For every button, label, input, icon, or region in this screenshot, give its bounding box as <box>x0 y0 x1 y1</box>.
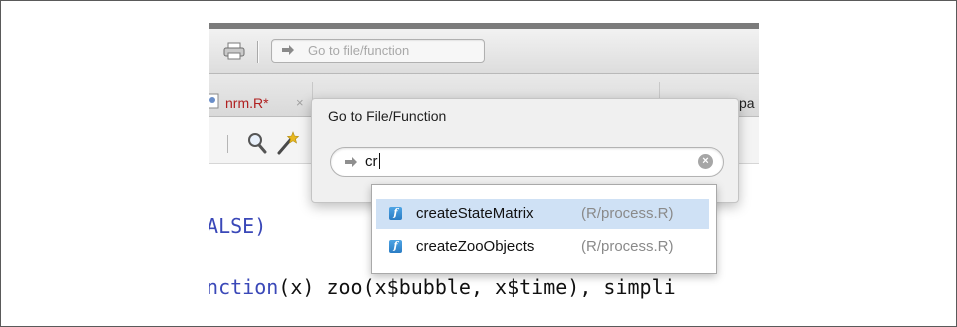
suggestion-list: f createStateMatrix (R/process.R) f crea… <box>371 184 717 274</box>
tab-partial[interactable]: pa <box>739 95 755 111</box>
figure-frame: Go to file/function nrm.R* × pa ALSE) nc… <box>0 0 957 327</box>
goto-file-function-input[interactable]: Go to file/function <box>271 39 485 63</box>
dialog-input-value: cr <box>365 153 380 170</box>
text-caret <box>378 153 380 169</box>
suggestion-item[interactable]: f createZooObjects (R/process.R) <box>376 232 709 262</box>
suggestion-item[interactable]: f createStateMatrix (R/process.R) <box>376 199 709 229</box>
code-line: FALSE) <box>209 214 267 238</box>
arrow-icon <box>345 157 357 167</box>
goto-placeholder: Go to file/function <box>308 43 410 58</box>
code-function-keyword: unction <box>209 275 279 299</box>
function-icon: f <box>389 207 402 220</box>
arrow-icon <box>282 45 294 55</box>
suggestion-name: createStateMatrix <box>416 205 534 222</box>
magic-wand-icon[interactable] <box>275 130 301 156</box>
r-file-icon <box>209 93 219 109</box>
dialog-title: Go to File/Function <box>328 108 447 124</box>
tab-nrm-r[interactable]: nrm.R* <box>225 95 269 111</box>
search-icon[interactable] <box>247 132 267 154</box>
code-line: unction(x) zoo(x$bubble, x$time), simpli <box>209 275 676 299</box>
suggestion-name: createZooObjects <box>416 238 535 255</box>
print-icon[interactable] <box>223 42 245 60</box>
tab-close-icon[interactable]: × <box>296 95 304 110</box>
main-toolbar: Go to file/function <box>209 29 759 74</box>
toolbar-separator <box>227 135 228 153</box>
toolbar-separator <box>257 41 258 63</box>
suggestion-path: (R/process.R) <box>581 238 674 255</box>
suggestion-path: (R/process.R) <box>581 205 674 222</box>
dialog-search-input[interactable]: cr × <box>330 147 724 177</box>
function-icon: f <box>389 240 402 253</box>
code-text: (x) zoo(x$bubble, x$time), simpli <box>278 275 676 299</box>
clear-icon[interactable]: × <box>698 154 713 169</box>
